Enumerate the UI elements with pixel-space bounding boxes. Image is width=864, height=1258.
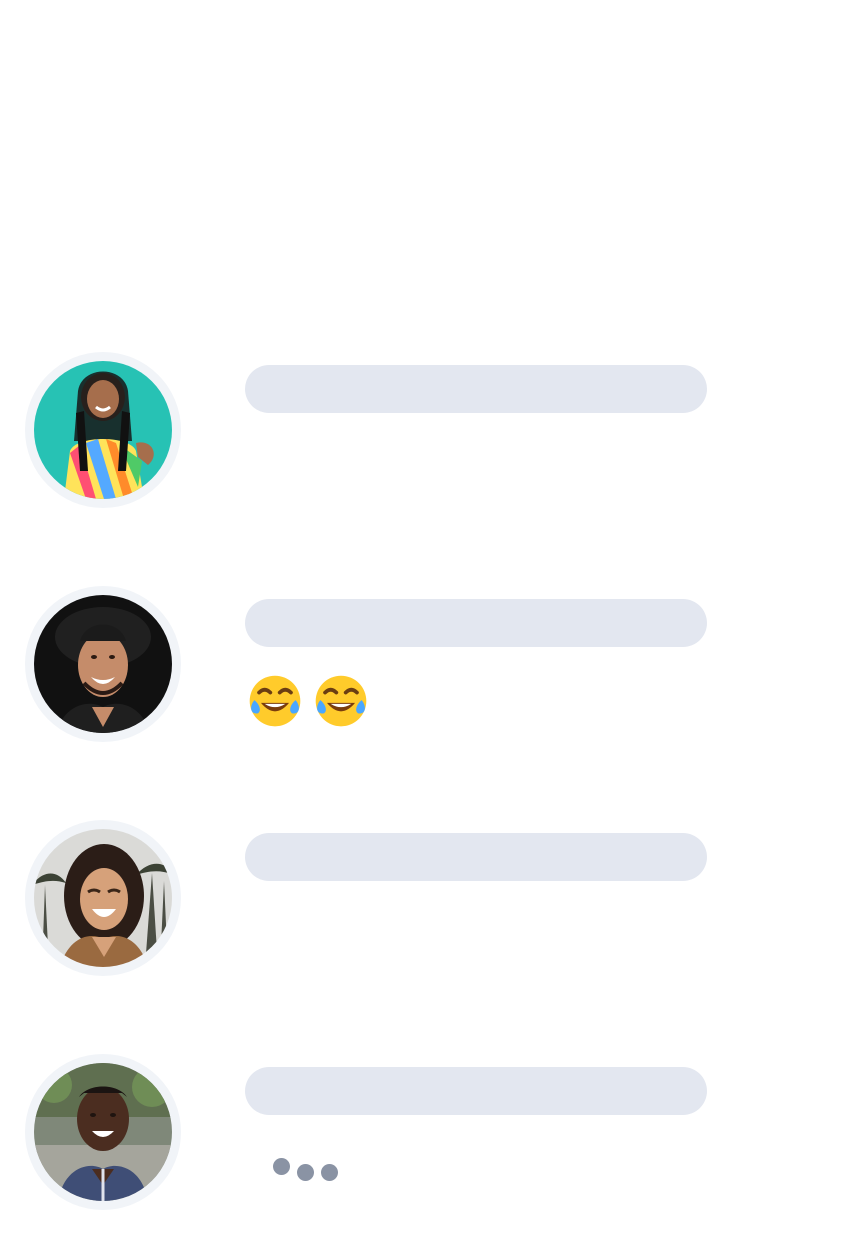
- avatar[interactable]: [34, 1063, 172, 1201]
- avatar[interactable]: [34, 361, 172, 499]
- face-with-tears-of-joy-icon: [245, 671, 305, 731]
- person-photo-black-hat-icon: [34, 595, 172, 733]
- chat-row-1[interactable]: [0, 351, 864, 511]
- typing-dot: [297, 1164, 314, 1181]
- typing-indicator: [273, 1158, 343, 1188]
- typing-dot: [321, 1164, 338, 1181]
- person-photo-palm-trees-icon: [34, 829, 172, 967]
- avatar[interactable]: [34, 829, 172, 967]
- name-placeholder-bar: [245, 599, 707, 647]
- avatar[interactable]: [34, 595, 172, 733]
- person-photo-colorful-shirt-icon: [34, 361, 172, 499]
- typing-dot: [273, 1158, 290, 1175]
- avatar-ring: [25, 352, 181, 508]
- name-placeholder-bar: [245, 833, 707, 881]
- chat-row-2[interactable]: [0, 585, 864, 745]
- avatar-ring: [25, 586, 181, 742]
- face-with-tears-of-joy-icon: [311, 671, 371, 731]
- chat-row-4[interactable]: [0, 1053, 864, 1213]
- chat-row-3[interactable]: [0, 819, 864, 979]
- person-photo-outdoor-icon: [34, 1063, 172, 1201]
- avatar-ring: [25, 820, 181, 976]
- emoji-message: [245, 671, 371, 741]
- name-placeholder-bar: [245, 365, 707, 413]
- avatar-ring: [25, 1054, 181, 1210]
- name-placeholder-bar: [245, 1067, 707, 1115]
